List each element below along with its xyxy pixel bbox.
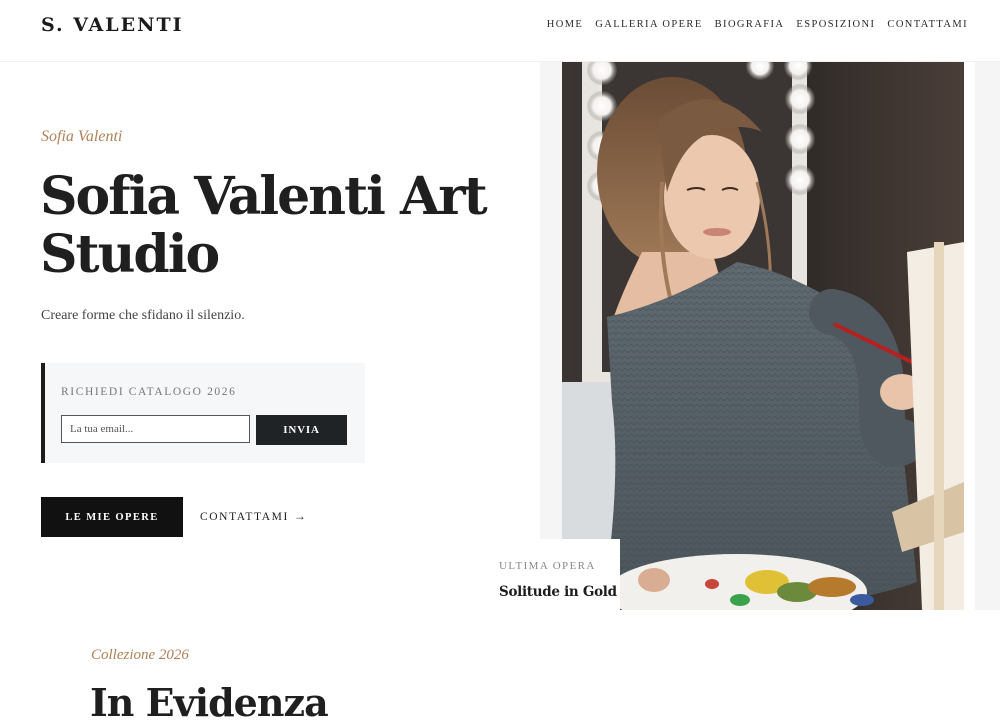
- contact-link-label: CONTATTAMI: [200, 510, 289, 523]
- arrow-right-icon: →: [293, 509, 308, 523]
- site-logo[interactable]: S. VALENTI: [41, 14, 184, 36]
- my-works-button[interactable]: LE MIE OPERE: [41, 497, 183, 537]
- hero-section: Sofia Valenti Sofia Valenti Art Studio C…: [0, 62, 1000, 610]
- artist-painting-photo: [562, 62, 964, 610]
- collection-title: In Evidenza: [90, 680, 329, 725]
- latest-work-label: ULTIMA OPERA: [499, 560, 596, 572]
- collection-eyebrow: Collezione 2026: [91, 647, 189, 663]
- latest-work-card[interactable]: ULTIMA OPERA Solitude in Gold: [482, 539, 620, 610]
- photo-side-strip: [964, 62, 975, 610]
- latest-work-title: Solitude in Gold: [499, 584, 617, 600]
- nav-item-galleria-opere[interactable]: GALLERIA OPERE: [595, 19, 702, 30]
- main-nav: HOME GALLERIA OPERE BIOGRAFIA ESPOSIZION…: [547, 19, 968, 30]
- contact-link[interactable]: CONTATTAMI →: [200, 509, 308, 524]
- hero-subtitle: Creare forme che sfidano il silenzio.: [41, 308, 245, 323]
- nav-item-contattami[interactable]: CONTATTAMI: [887, 19, 968, 30]
- nav-item-esposizioni[interactable]: ESPOSIZIONI: [796, 19, 875, 30]
- submit-button[interactable]: INVIA: [256, 415, 347, 445]
- collection-section: Collezione 2026 In Evidenza: [0, 610, 1000, 725]
- catalog-request-form: RICHIEDI CATALOGO 2026 INVIA: [41, 363, 365, 463]
- catalog-label: RICHIEDI CATALOGO 2026: [61, 386, 237, 398]
- hero-title: Sofia Valenti Art Studio: [40, 166, 488, 285]
- site-header: S. VALENTI HOME GALLERIA OPERE BIOGRAFIA…: [0, 0, 1000, 62]
- nav-item-biografia[interactable]: BIOGRAFIA: [715, 19, 785, 30]
- nav-item-home[interactable]: HOME: [547, 19, 584, 30]
- hero-eyebrow: Sofia Valenti: [41, 128, 123, 145]
- email-field[interactable]: [61, 415, 250, 443]
